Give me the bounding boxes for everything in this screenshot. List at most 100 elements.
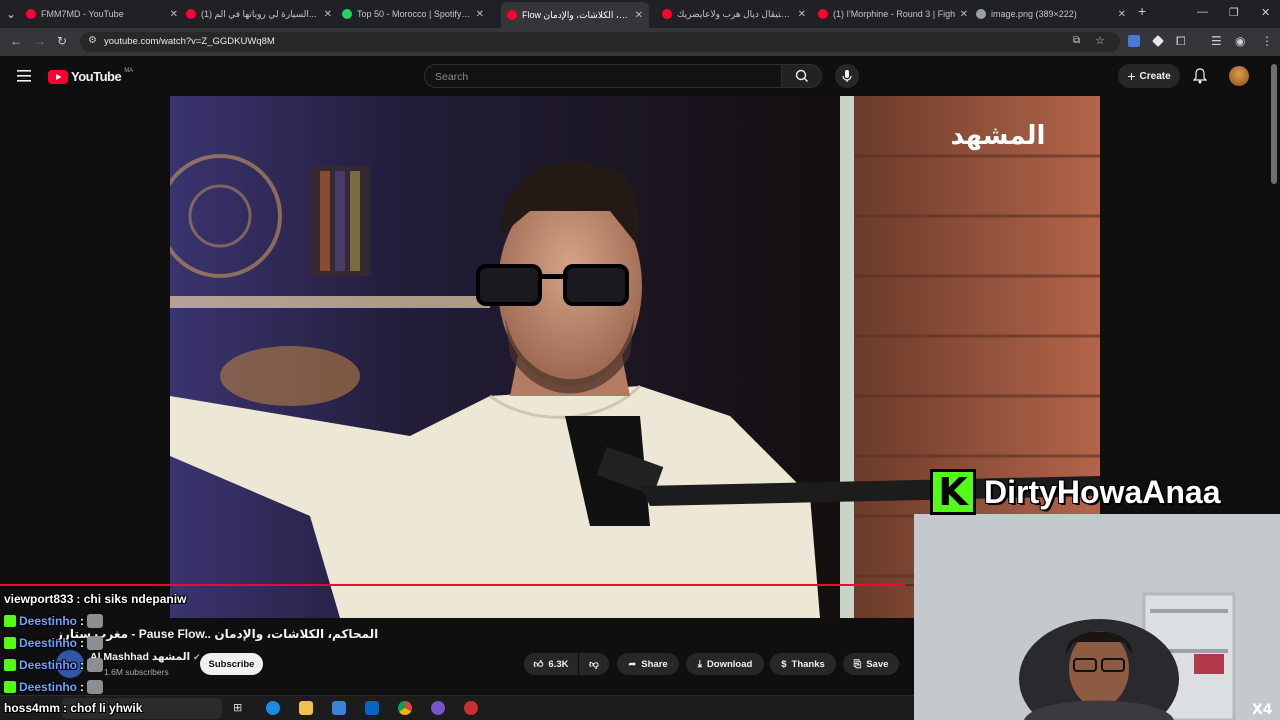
task-view-icon[interactable]: ⊞ [233,701,247,715]
tab-close-icon[interactable]: ✕ [960,9,968,20]
chat-username: Deestinho [19,614,78,628]
like-count: 6.3K [548,658,569,670]
omnibox[interactable]: ⚙ youtube.com/watch?v=Z_GGDKUWq8M ⧉ ☆ [80,32,1120,52]
save-label: Save [866,658,889,670]
save-button[interactable]: ⎘ Save [843,653,899,675]
microphone-icon [842,70,852,82]
share-icon: ➦ [628,658,637,670]
tab-close-icon[interactable]: ✕ [170,9,178,20]
forward-icon[interactable]: → [34,34,46,48]
video-progress-track[interactable] [0,584,914,586]
thanks-button[interactable]: $ Thanks [770,653,836,675]
chat-username: hoss4mm [4,701,61,715]
subscribe-button[interactable]: Subscribe [200,653,263,675]
webcam-overlay: X4 [914,514,1280,720]
channel-name[interactable]: Al Mashhad المشهد ✔ [90,651,201,663]
browser-tab[interactable]: Flow المحاكم، الكلاشات، والإدمان ✕ [501,2,649,28]
url-text[interactable]: youtube.com/watch?v=Z_GGDKUWq8M [104,36,275,47]
tab-close-icon[interactable]: ✕ [324,9,332,20]
dislike-button[interactable]: 👎︎ [579,653,609,675]
chat-text: : chof li yhwik [63,701,143,715]
thumbs-down-icon: 👎︎ [589,659,599,670]
browser-tab[interactable]: (1) I'Morphine - Round 3 | Figh ✕ [818,4,968,24]
search-icon [795,69,808,82]
browser-tab[interactable]: (1) السيارة لي روباتها في الم... ✕ [186,4,332,24]
translate-extension-icon[interactable] [1128,35,1140,47]
close-window-icon[interactable]: ✕ [1261,6,1270,19]
file-explorer-icon[interactable] [299,701,313,715]
webcam-frame: X4 [914,514,1280,720]
browser-tab[interactable]: image.png (389×222) ✕ [976,4,1126,24]
region-code: MA [124,67,134,74]
tab-favicon-icon [26,9,36,19]
hamburger-menu-icon[interactable] [17,69,31,82]
thanks-label: Thanks [791,658,825,670]
back-icon[interactable]: ← [10,34,22,48]
search-button[interactable] [781,64,822,88]
chat-message: Deestinho: [4,658,104,672]
create-label: Create [1139,70,1171,82]
browser-tab[interactable]: فيستيڤال ديال هرب ولاعايضريك ✕ [662,4,806,24]
new-tab-icon[interactable]: + [1138,3,1146,19]
youtube-header: YouTube MA Search + Create [0,56,1280,96]
chat-badge-icon [4,659,16,671]
bookmark-star-icon[interactable]: ☆ [1095,34,1105,47]
tab-close-icon[interactable]: ✕ [635,10,643,21]
app-icon[interactable] [464,701,478,715]
browser-tab[interactable]: Top 50 - Morocco | Spotify Play ✕ [342,4,484,24]
kick-logo-icon: K [930,469,976,515]
tab-favicon-icon [507,10,517,20]
download-label: Download [706,658,753,670]
browser-tab-bar: ⌄ FMM7MD - YouTube ✕ (1) السيارة لي روباته… [0,0,1280,28]
youtube-logo[interactable]: YouTube MA [48,67,134,84]
create-button[interactable]: + Create [1118,64,1180,88]
share-button[interactable]: ➦ Share [617,653,679,675]
address-bar: ← → ↻ ⚙ youtube.com/watch?v=Z_GGDKUWq8M … [0,28,1280,56]
tab-title: Top 50 - Morocco | Spotify Play [357,9,472,19]
chat-text: : chi siks ndepaniw [76,592,187,606]
voice-search-button[interactable] [835,64,859,88]
chat-message: hoss4mm: chof li yhwik [4,701,142,715]
tab-title: (1) I'Morphine - Round 3 | Figh [833,9,956,19]
reload-icon[interactable]: ↻ [57,34,67,48]
download-button[interactable]: ⤓ Download [686,653,764,675]
chat-username: Deestinho [19,658,78,672]
browser-tab[interactable]: FMM7MD - YouTube ✕ [26,4,178,24]
chat-text: : [80,636,85,650]
profile-icon[interactable]: ◉ [1235,34,1245,48]
restore-icon[interactable]: ❐ [1229,6,1239,19]
tab-close-icon[interactable]: ✕ [476,9,484,20]
install-app-icon[interactable]: ⧉ [1073,35,1080,46]
chat-badge-icon [4,615,16,627]
outlook-icon[interactable] [365,701,379,715]
tab-title: (1) السيارة لي روباتها في الم... [201,8,317,19]
search-input[interactable]: Search [424,64,782,88]
tab-search-icon[interactable]: ⌄ [6,7,16,21]
chat-message: viewport833: chi siks ndepaniw [4,592,186,606]
chrome-icon[interactable] [398,701,412,715]
notifications-bell-icon[interactable] [1192,68,1208,89]
site-info-icon[interactable]: ⚙ [88,35,97,46]
reading-list-icon[interactable]: ☰ [1211,34,1222,48]
tab-title: FMM7MD - YouTube [41,9,124,19]
browser-menu-icon[interactable]: ⋮ [1261,34,1273,48]
chat-text: : [80,658,85,672]
tab-close-icon[interactable]: ✕ [1118,9,1126,20]
tab-favicon-icon [818,9,828,19]
chat-text: : [80,614,85,628]
search-placeholder: Search [435,71,469,83]
chat-username: Deestinho [19,680,78,694]
streamer-banner: K DirtyHowaAnaa [930,468,1280,516]
minimize-icon[interactable]: — [1197,6,1208,18]
subscriber-count: 1.6M subscribers [104,667,169,677]
tab-close-icon[interactable]: ✕ [798,9,806,20]
page-scrollbar[interactable] [1271,64,1277,184]
like-button[interactable]: 👍︎ 6.3K [524,653,578,675]
edge-browser-icon[interactable] [266,701,280,715]
account-avatar[interactable] [1229,66,1249,86]
extensions-puzzle-icon[interactable]: ⧠ [1176,34,1186,49]
store-icon[interactable] [332,701,346,715]
youtube-play-icon [48,69,68,84]
discord-icon[interactable] [431,701,445,715]
extension-diamond-icon[interactable] [1152,35,1164,47]
